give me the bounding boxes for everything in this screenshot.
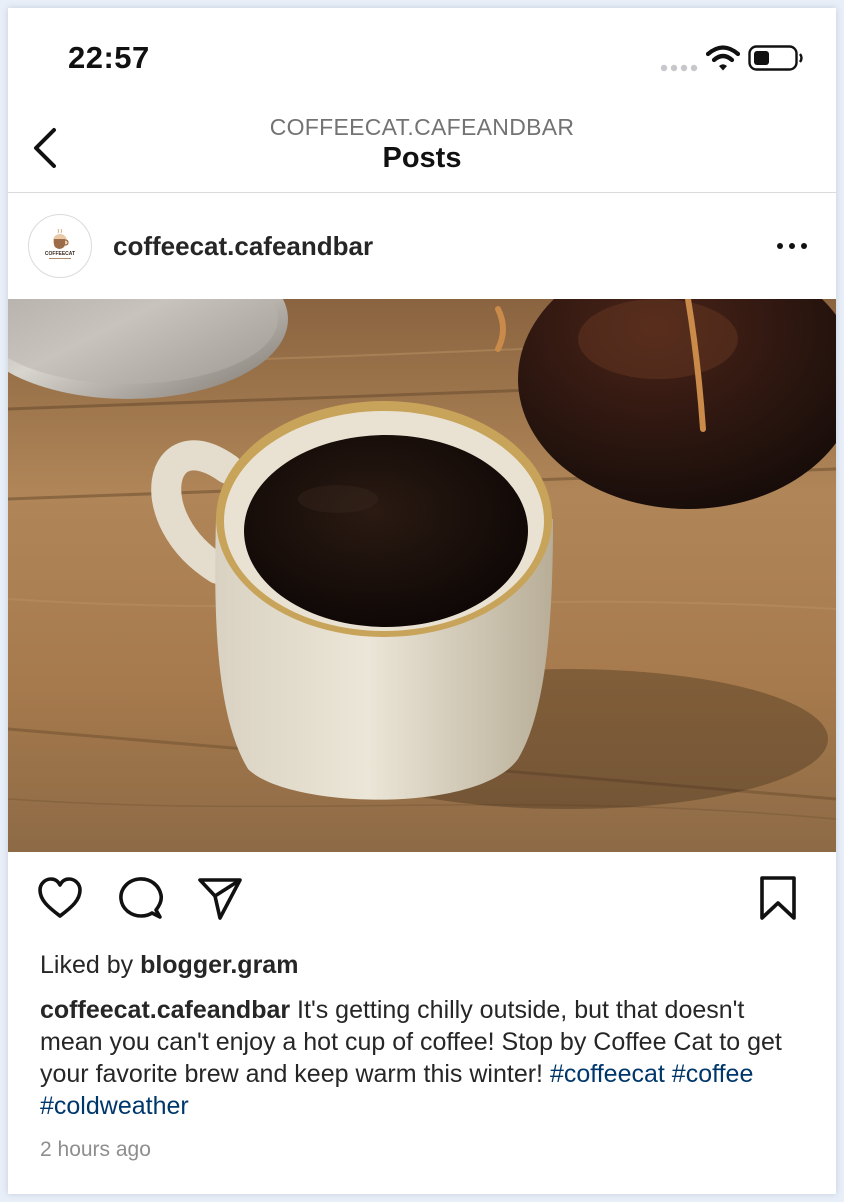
- coffee-mug-photo: [8, 299, 836, 852]
- post-username[interactable]: coffeecat.cafeandbar: [113, 231, 373, 262]
- hashtag[interactable]: #coffee: [672, 1060, 754, 1088]
- liked-by-username[interactable]: blogger.gram: [140, 951, 298, 979]
- avatar[interactable]: COFFEECAT: [28, 214, 92, 278]
- comment-icon[interactable]: [116, 874, 164, 922]
- wifi-icon: [706, 45, 740, 71]
- post-timestamp: 2 hours ago: [40, 1138, 151, 1161]
- hashtag[interactable]: #coldweather: [40, 1092, 189, 1120]
- likes-prefix: Liked by: [40, 951, 141, 979]
- coffee-cup-logo-icon: [49, 228, 71, 259]
- post-caption: coffeecat.cafeandbar It's getting chilly…: [40, 994, 810, 1122]
- status-bar: 22:57: [8, 8, 836, 108]
- nav-account-name: COFFEECAT.CAFEANDBAR: [269, 114, 575, 140]
- page-title: Posts: [382, 142, 462, 174]
- heart-icon[interactable]: [36, 874, 84, 922]
- post-header: COFFEECAT coffeecat.cafeandbar: [8, 193, 836, 299]
- phone-screen: 22:57 COFFEECAT.CAFEANDBAR Posts COFFEEC…: [8, 8, 836, 1194]
- post-actions: [8, 874, 836, 924]
- status-time: 22:57: [68, 40, 150, 75]
- battery-icon: [748, 45, 803, 71]
- avatar-logo-text: COFFEECAT: [44, 251, 76, 257]
- caption-author[interactable]: coffeecat.cafeandbar: [40, 996, 290, 1024]
- nav-header: COFFEECAT.CAFEANDBAR Posts: [8, 108, 836, 193]
- hashtag[interactable]: #coffeecat: [550, 1060, 665, 1088]
- more-options-button[interactable]: [772, 231, 812, 261]
- post-photo[interactable]: [8, 299, 836, 852]
- likes-line: Liked by blogger.gram: [40, 951, 298, 980]
- bookmark-icon[interactable]: [754, 874, 802, 922]
- cellular-signal-icon: [660, 64, 698, 72]
- send-icon[interactable]: [196, 874, 244, 922]
